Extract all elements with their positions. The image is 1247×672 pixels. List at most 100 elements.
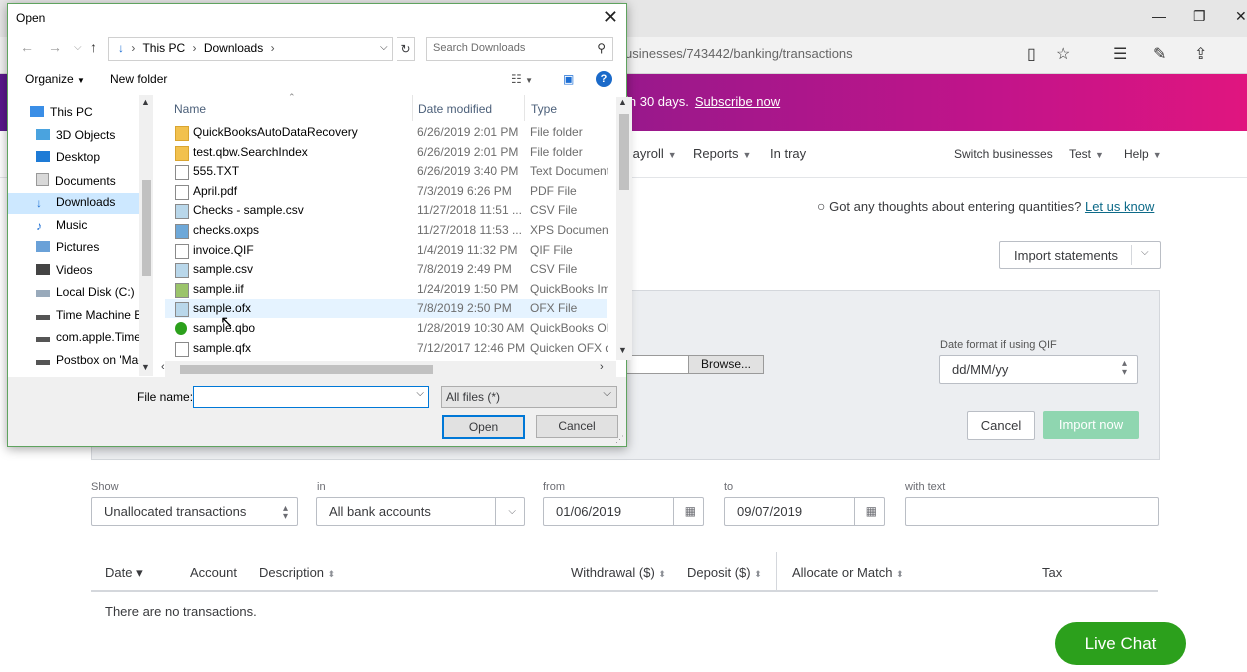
to-date-input[interactable]: 09/07/2019 ▦: [724, 497, 885, 526]
organize-menu[interactable]: Organize ▼: [25, 72, 85, 86]
favorite-star-icon[interactable]: ☆: [1056, 44, 1070, 64]
preview-pane-icon[interactable]: ▣: [563, 72, 574, 86]
minimize-button[interactable]: —: [1152, 8, 1166, 24]
file-row[interactable]: sample.csv 7/8/2019 2:49 PM CSV File: [165, 260, 607, 279]
nav-pane-scroll-thumb[interactable]: [142, 180, 151, 276]
subscribe-link[interactable]: Subscribe now: [695, 94, 780, 109]
scroll-up-icon[interactable]: ▲: [141, 97, 150, 107]
favorites-list-icon[interactable]: ☰: [1113, 44, 1127, 64]
file-row[interactable]: invoice.QIF 1/4/2019 11:32 PM QIF File: [165, 241, 607, 260]
dialog-cancel-button[interactable]: Cancel: [536, 415, 618, 438]
nav-switch-businesses[interactable]: Switch businesses: [954, 147, 1053, 161]
nav-company-test[interactable]: Test ▼: [1069, 147, 1104, 161]
chevron-down-icon[interactable]: ⌵: [508, 498, 516, 525]
col-date-modified[interactable]: Date modified: [418, 102, 492, 116]
file-type: File folder: [530, 144, 583, 159]
file-list-vscroll-thumb[interactable]: [619, 114, 629, 190]
sort-up-icon: ⌃: [288, 92, 296, 102]
scroll-up-icon[interactable]: ▲: [618, 97, 627, 107]
nav-documents[interactable]: Documents: [36, 173, 116, 188]
dialog-close-button[interactable]: ✕: [603, 7, 618, 28]
col-type[interactable]: Type: [531, 102, 557, 116]
chevron-down-icon[interactable]: ⌵: [603, 388, 611, 399]
file-path-field[interactable]: [626, 355, 689, 374]
file-icon: [175, 184, 189, 200]
refresh-icon[interactable]: ↻: [397, 37, 415, 61]
import-statements-button[interactable]: Import statements ⌵: [999, 241, 1161, 269]
calendar-icon[interactable]: ▦: [685, 498, 696, 525]
resize-grip-icon[interactable]: ⋰: [615, 434, 624, 445]
close-window-button[interactable]: ✕: [1235, 8, 1247, 25]
forward-arrow-icon[interactable]: →: [48, 39, 62, 55]
open-button[interactable]: Open: [442, 415, 525, 439]
chevron-down-icon[interactable]: ⌵: [1141, 247, 1149, 258]
import-now-button[interactable]: Import now: [1043, 411, 1139, 439]
nav-downloads[interactable]: ↓ Downloads: [36, 195, 115, 210]
live-chat-button[interactable]: Live Chat: [1055, 622, 1186, 665]
help-icon[interactable]: ?: [596, 71, 612, 87]
pen-icon[interactable]: ✎: [1153, 44, 1166, 64]
reading-view-icon[interactable]: ▯: [1027, 44, 1036, 64]
recent-dropdown-icon[interactable]: ⌵: [74, 42, 82, 53]
file-row[interactable]: 555.TXT 6/26/2019 3:40 PM Text Document: [165, 162, 608, 181]
url-text[interactable]: usinesses/743442/banking/transactions: [625, 46, 853, 61]
restore-button[interactable]: ❐: [1193, 8, 1206, 25]
nav-reports[interactable]: Reports ▼: [693, 146, 751, 161]
nav-in-tray[interactable]: In tray: [770, 146, 806, 161]
feedback-link[interactable]: Let us know: [1085, 199, 1154, 214]
col-deposit[interactable]: Deposit ($) ⬍: [687, 565, 762, 580]
scroll-down-icon[interactable]: ▼: [141, 362, 150, 372]
nav-music[interactable]: ♪ Music: [36, 218, 87, 233]
col-allocate[interactable]: Allocate or Match ⬍: [792, 565, 904, 580]
file-row[interactable]: QuickBooksAutoDataRecovery 6/26/2019 2:01…: [165, 123, 607, 142]
col-description[interactable]: Description ⬍: [259, 565, 335, 580]
up-arrow-icon[interactable]: ↑: [90, 39, 97, 55]
back-arrow-icon[interactable]: ←: [20, 39, 34, 55]
account-select[interactable]: All bank accounts ⌵: [316, 497, 525, 526]
folder-icon: [175, 145, 189, 161]
view-options-icon[interactable]: ☷ ▼: [511, 72, 533, 86]
nav-local-disk[interactable]: Local Disk (C:): [36, 285, 135, 299]
nav-desktop[interactable]: Desktop: [36, 150, 100, 164]
from-date-input[interactable]: 01/06/2019 ▦: [543, 497, 704, 526]
file-icon: [175, 282, 189, 298]
file-list-hscroll-thumb[interactable]: [180, 365, 433, 374]
chevron-down-icon[interactable]: ⌵: [416, 388, 424, 399]
search-downloads-input[interactable]: Search Downloads ⚲: [426, 37, 613, 61]
scroll-left-icon[interactable]: ‹: [161, 361, 165, 373]
nav-pictures[interactable]: Pictures: [36, 240, 99, 254]
dialog-toolbar: [8, 67, 626, 94]
file-row[interactable]: April.pdf 7/3/2019 6:26 PM PDF File: [165, 182, 607, 201]
col-withdrawal[interactable]: Withdrawal ($) ⬍: [571, 565, 666, 580]
file-row[interactable]: Checks - sample.csv 11/27/2018 11:51 ... C…: [165, 201, 607, 220]
nav-postbox[interactable]: Postbox on 'Mac: [36, 353, 144, 367]
new-folder-button[interactable]: New folder: [110, 72, 167, 86]
file-row[interactable]: sample.qfx 7/12/2017 12:46 PM Quicken OFX …: [165, 339, 608, 358]
breadcrumb-downloads[interactable]: Downloads: [204, 41, 263, 55]
nav-com-apple-time[interactable]: com.apple.Time: [36, 330, 141, 344]
text-search-input[interactable]: [905, 497, 1159, 526]
file-row[interactable]: checks.oxps 11/27/2018 11:53 ... XPS Docum…: [165, 221, 608, 240]
scroll-down-icon[interactable]: ▼: [618, 345, 627, 355]
file-row[interactable]: sample.iif 1/24/2019 1:50 PM QuickBooks Im…: [165, 280, 608, 299]
file-type-filter[interactable]: All files (*) ⌵: [441, 386, 617, 408]
col-name[interactable]: Name: [174, 102, 206, 116]
date-format-select[interactable]: dd/MM/yy ▴ ▾: [939, 355, 1138, 384]
col-date[interactable]: Date ▾: [105, 565, 143, 581]
browse-button[interactable]: Browse...: [688, 355, 764, 374]
address-dropdown-icon[interactable]: ⌵: [380, 42, 388, 53]
calendar-icon[interactable]: ▦: [866, 498, 877, 525]
file-row[interactable]: test.qbw.SearchIndex 6/26/2019 2:01 PM Fil…: [165, 143, 607, 162]
nav-time-machine[interactable]: Time Machine B: [36, 308, 142, 322]
scroll-right-icon[interactable]: ›: [600, 361, 604, 373]
nav-help[interactable]: Help ▼: [1124, 147, 1162, 161]
nav-this-pc[interactable]: This PC: [30, 105, 93, 119]
nav-videos[interactable]: Videos: [36, 263, 92, 277]
share-icon[interactable]: ⇪: [1194, 44, 1207, 64]
nav-3d-objects[interactable]: 3D Objects: [36, 128, 115, 142]
import-cancel-button[interactable]: Cancel: [967, 411, 1035, 440]
breadcrumb-this-pc[interactable]: This PC: [142, 41, 185, 55]
file-name-input[interactable]: ⌵: [193, 386, 429, 408]
file-name: QuickBooksAutoDataRecovery: [193, 125, 358, 139]
show-select[interactable]: Unallocated transactions ▴ ▾: [91, 497, 298, 526]
